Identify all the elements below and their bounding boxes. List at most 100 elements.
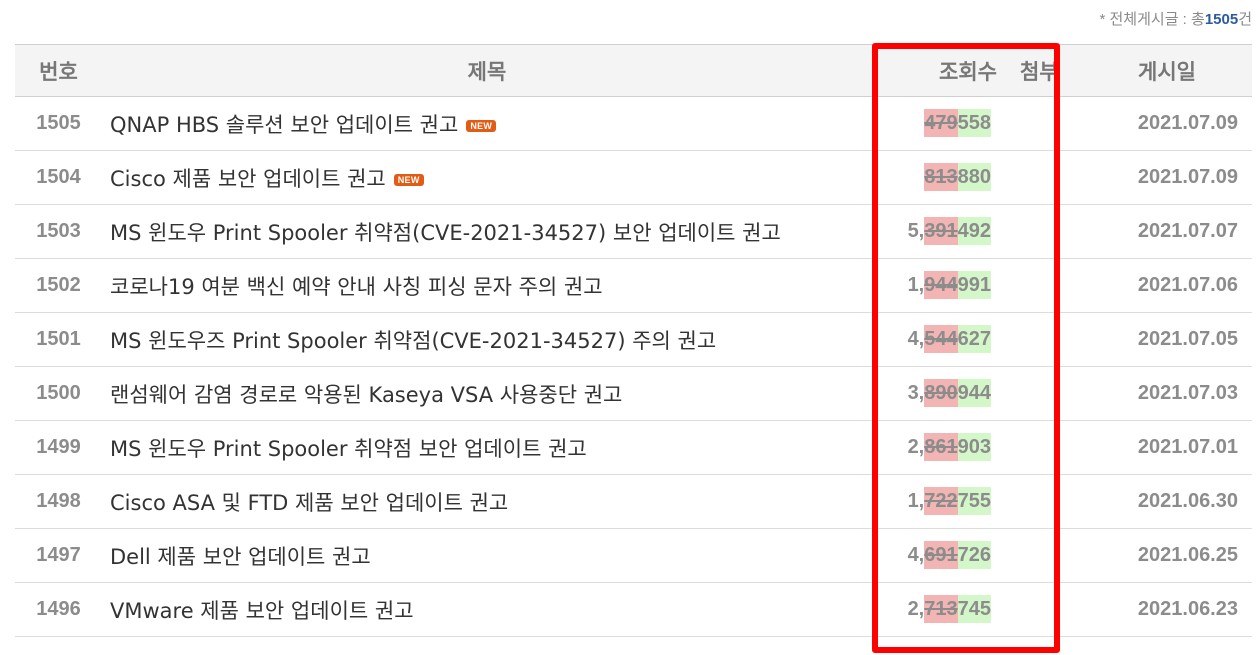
post-views: 479558 [872, 96, 1020, 151]
table-row[interactable]: 1500 랜섬웨어 감염 경로로 악용된 Kaseya VSA 사용중단 권고 3,… [15, 366, 1252, 421]
views-prefix: 1, [907, 490, 925, 512]
post-title-cell: MS 윈도우 Print Spooler 취약점(CVE-2021-34527)… [102, 204, 872, 259]
post-views: 4,691726 [872, 528, 1020, 583]
views-old-value: 890 [924, 379, 958, 407]
post-number: 1497 [15, 528, 102, 583]
post-title-link[interactable]: QNAP HBS 솔루션 보안 업데이트 권고 [110, 113, 458, 137]
table-row[interactable]: 1497 Dell 제품 보안 업데이트 권고 4,691726 2021.06.25 [15, 528, 1252, 583]
table-row[interactable]: 1499 MS 윈도우 Print Spooler 취약점 보안 업데이트 권고 2… [15, 420, 1252, 475]
views-prefix: 3, [907, 382, 925, 404]
views-new-value: 745 [957, 595, 991, 623]
post-board-table: 번호 제목 조회수 첨부 게시일 1505 QNAP HBS 솔루션 보안 업데이… [15, 44, 1252, 637]
post-number: 1501 [15, 312, 102, 367]
post-date: 2021.07.06 [1082, 258, 1252, 313]
views-prefix: 2, [907, 436, 925, 458]
post-date: 2021.07.01 [1082, 420, 1252, 475]
post-title-cell: MS 윈도우 Print Spooler 취약점 보안 업데이트 권고 [102, 420, 872, 475]
total-posts-count: 1505 [1204, 11, 1239, 28]
post-number: 1504 [15, 150, 102, 205]
post-date: 2021.07.09 [1082, 150, 1252, 205]
views-old-value: 544 [924, 325, 958, 353]
views-new-value: 558 [957, 109, 991, 137]
views-old-value: 944 [924, 271, 958, 299]
total-posts-suffix: 건 [1238, 11, 1252, 28]
table-row[interactable]: 1505 QNAP HBS 솔루션 보안 업데이트 권고 NEW 479558 2021… [15, 96, 1252, 151]
post-attachment [1020, 528, 1082, 583]
post-views: 5,391492 [872, 204, 1020, 259]
post-date: 2021.06.30 [1082, 474, 1252, 529]
post-list: 1505 QNAP HBS 솔루션 보안 업데이트 권고 NEW 479558 2021… [15, 96, 1252, 637]
table-row[interactable]: 1503 MS 윈도우 Print Spooler 취약점(CVE-2021-34… [15, 204, 1252, 259]
post-title-link[interactable]: 코로나19 여분 백신 예약 안내 사칭 피싱 문자 주의 권고 [110, 275, 603, 299]
post-title-link[interactable]: 랜섬웨어 감염 경로로 악용된 Kaseya VSA 사용중단 권고 [110, 383, 622, 407]
views-new-value: 627 [957, 325, 991, 353]
header-views: 조회수 [872, 44, 1020, 97]
views-new-value: 755 [957, 487, 991, 515]
table-row[interactable]: 1501 MS 윈도우즈 Print Spooler 취약점(CVE-2021-3… [15, 312, 1252, 367]
post-views: 2,861903 [872, 420, 1020, 475]
views-old-value: 861 [924, 433, 958, 461]
post-title-cell: VMware 제품 보안 업데이트 권고 [102, 582, 872, 637]
post-title-link[interactable]: VMware 제품 보안 업데이트 권고 [110, 599, 414, 623]
table-header: 번호 제목 조회수 첨부 게시일 [15, 44, 1252, 97]
views-new-value: 880 [957, 163, 991, 191]
post-title-link[interactable]: Cisco 제품 보안 업데이트 권고 [110, 167, 386, 191]
post-date: 2021.07.03 [1082, 366, 1252, 421]
views-prefix: 5, [907, 220, 925, 242]
post-attachment [1020, 366, 1082, 421]
post-date: 2021.07.09 [1082, 96, 1252, 151]
table-row[interactable]: 1502 코로나19 여분 백신 예약 안내 사칭 피싱 문자 주의 권고 1,94… [15, 258, 1252, 313]
header-num: 번호 [15, 44, 102, 97]
post-attachment [1020, 150, 1082, 205]
post-views: 1,722755 [872, 474, 1020, 529]
post-views: 2,713745 [872, 582, 1020, 637]
post-number: 1496 [15, 582, 102, 637]
post-title-link[interactable]: MS 윈도우즈 Print Spooler 취약점(CVE-2021-34527… [110, 329, 716, 353]
header-title: 제목 [102, 44, 872, 97]
table-row[interactable]: 1504 Cisco 제품 보안 업데이트 권고 NEW 813880 2021.07.… [15, 150, 1252, 205]
post-title-link[interactable]: Dell 제품 보안 업데이트 권고 [110, 545, 371, 569]
post-date: 2021.07.07 [1082, 204, 1252, 259]
post-title-cell: Cisco 제품 보안 업데이트 권고 NEW [102, 150, 872, 205]
views-prefix: 4, [907, 328, 925, 350]
views-new-value: 726 [957, 541, 991, 569]
post-number: 1502 [15, 258, 102, 313]
post-views: 4,544627 [872, 312, 1020, 367]
post-title-link[interactable]: MS 윈도우 Print Spooler 취약점(CVE-2021-34527)… [110, 221, 781, 245]
post-number: 1503 [15, 204, 102, 259]
views-new-value: 903 [957, 433, 991, 461]
post-date: 2021.06.23 [1082, 582, 1252, 637]
views-old-value: 691 [924, 541, 958, 569]
views-old-value: 813 [924, 163, 958, 191]
post-date: 2021.07.05 [1082, 312, 1252, 367]
table-row[interactable]: 1498 Cisco ASA 및 FTD 제품 보안 업데이트 권고 1,72275… [15, 474, 1252, 529]
new-badge-icon: NEW [466, 119, 497, 132]
table-row[interactable]: 1496 VMware 제품 보안 업데이트 권고 2,713745 2021.06.… [15, 582, 1252, 637]
views-new-value: 944 [957, 379, 991, 407]
new-badge-icon: NEW [393, 173, 424, 186]
post-attachment [1020, 204, 1082, 259]
views-prefix: 4, [907, 544, 925, 566]
table-header-row: 번호 제목 조회수 첨부 게시일 [15, 44, 1252, 97]
post-views: 3,890944 [872, 366, 1020, 421]
views-new-value: 991 [957, 271, 991, 299]
post-title-cell: Cisco ASA 및 FTD 제품 보안 업데이트 권고 [102, 474, 872, 529]
post-number: 1499 [15, 420, 102, 475]
post-number: 1505 [15, 96, 102, 151]
post-title-cell: 코로나19 여분 백신 예약 안내 사칭 피싱 문자 주의 권고 [102, 258, 872, 313]
post-title-cell: QNAP HBS 솔루션 보안 업데이트 권고 NEW [102, 96, 872, 151]
post-views: 1,944991 [872, 258, 1020, 313]
post-attachment [1020, 312, 1082, 367]
post-title-link[interactable]: MS 윈도우 Print Spooler 취약점 보안 업데이트 권고 [110, 437, 587, 461]
post-title-cell: Dell 제품 보안 업데이트 권고 [102, 528, 872, 583]
post-title-cell: MS 윈도우즈 Print Spooler 취약점(CVE-2021-34527… [102, 312, 872, 367]
post-attachment [1020, 474, 1082, 529]
views-new-value: 492 [957, 217, 991, 245]
post-title-link[interactable]: Cisco ASA 및 FTD 제품 보안 업데이트 권고 [110, 491, 508, 515]
post-title-cell: 랜섬웨어 감염 경로로 악용된 Kaseya VSA 사용중단 권고 [102, 366, 872, 421]
views-old-value: 479 [924, 109, 958, 137]
views-old-value: 722 [924, 487, 958, 515]
header-date: 게시일 [1082, 44, 1252, 97]
total-posts-summary: * 전체게시글 : 총1505건 [1100, 8, 1253, 29]
post-attachment [1020, 420, 1082, 475]
